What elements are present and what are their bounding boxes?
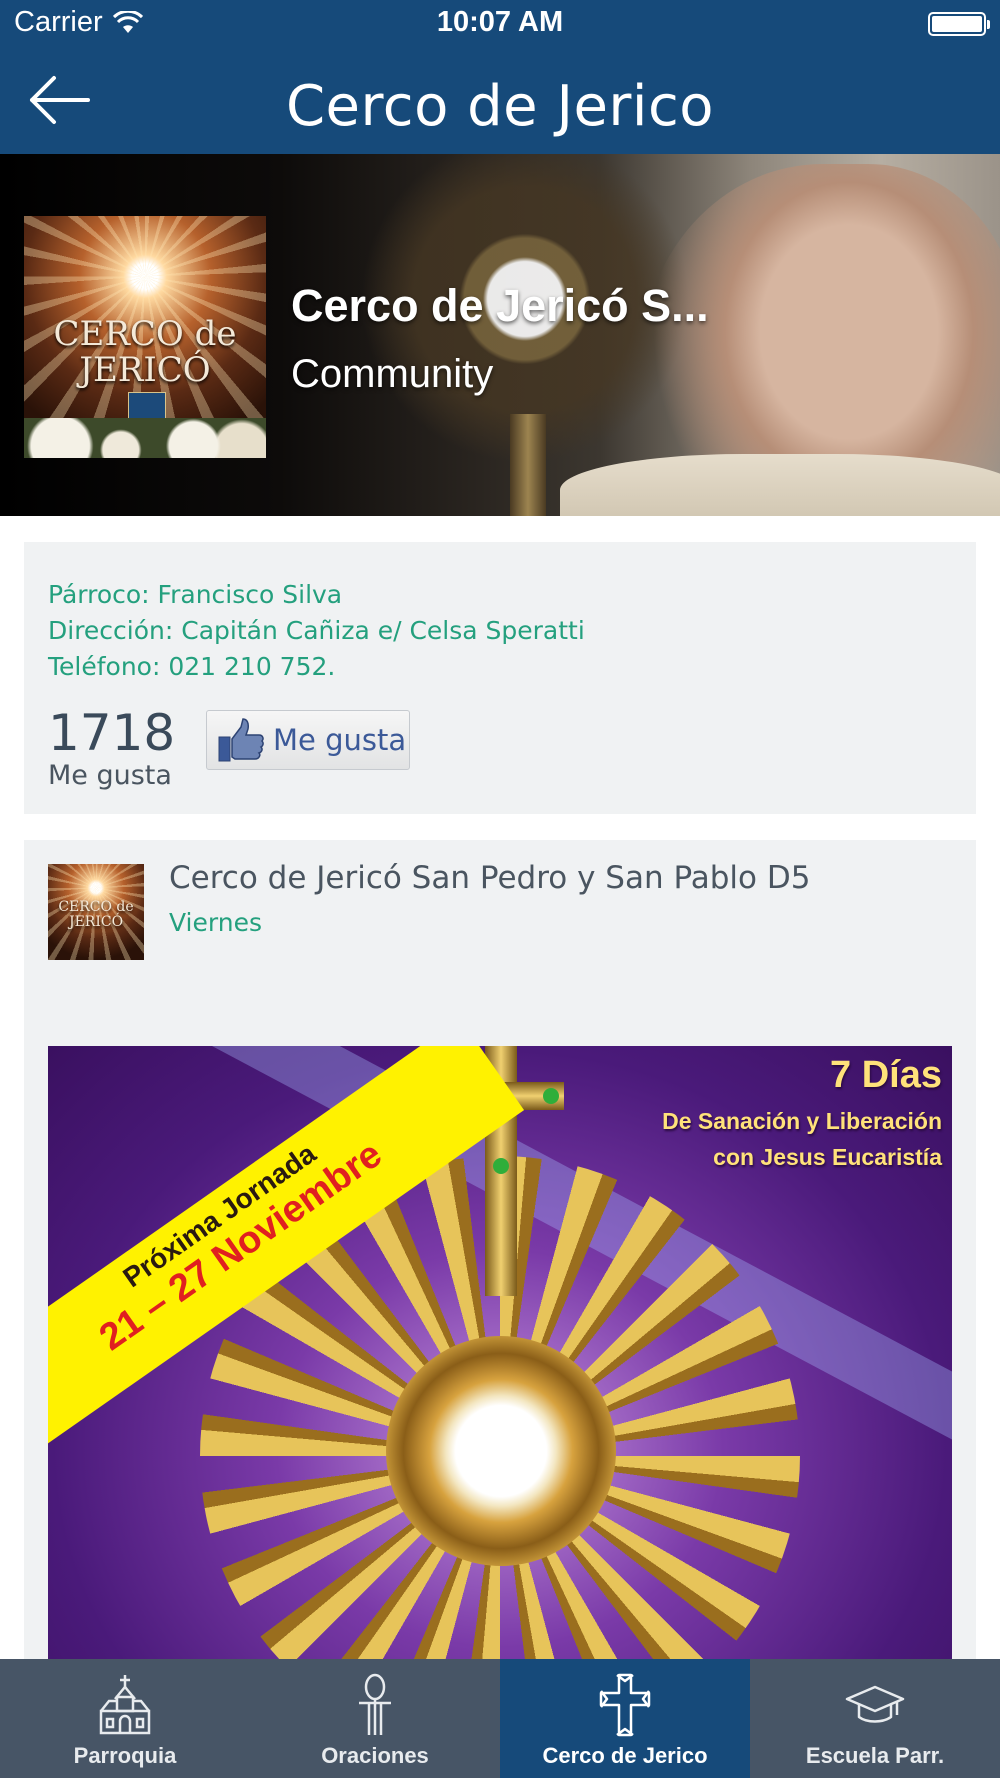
thumbnail-title: CERCO de JERICÓ <box>58 899 134 930</box>
poster-gem <box>543 1088 559 1104</box>
tab-label: Cerco de Jerico <box>542 1743 708 1768</box>
tab-label: Parroquia <box>73 1743 177 1768</box>
top-bar: Carrier 10:07 AM Cerco de Jerico <box>0 0 1000 154</box>
community-name: Cerco de Jericó S... <box>291 280 709 331</box>
poster-line1: De Sanación y Liberación <box>662 1108 942 1134</box>
community-cover-image: CERCO de JERICÓ <box>24 216 266 458</box>
church-icon <box>99 1675 151 1735</box>
ankh-icon <box>359 1673 391 1735</box>
tab-label: Oraciones <box>321 1743 429 1768</box>
tab-oraciones[interactable]: Oraciones <box>250 1659 500 1778</box>
tab-parroquia[interactable]: Parroquia <box>0 1659 250 1778</box>
tab-bar: Parroquia Oraciones Cerco de Jerico Escu… <box>0 1659 1000 1778</box>
battery-fill <box>932 16 982 32</box>
cover-flowers <box>24 418 266 458</box>
tab-escuela-parr[interactable]: Escuela Parr. <box>750 1659 1000 1778</box>
info-card: Párroco: Francisco Silva Dirección: Capi… <box>24 542 976 814</box>
likes-count: 1718 <box>48 704 176 762</box>
poster-days: 7 Días <box>830 1054 942 1096</box>
tab-cerco-de-jerico[interactable]: Cerco de Jerico <box>500 1659 750 1778</box>
post-title: Cerco de Jericó San Pedro y San Pablo D5 <box>169 860 811 896</box>
cover-badge <box>128 392 166 420</box>
poster-host <box>386 1336 616 1566</box>
community-category: Community <box>291 352 494 396</box>
hero-background-robe <box>560 454 1000 516</box>
post-thumbnail: CERCO de JERICÓ <box>48 864 144 960</box>
post-subtitle: Viernes <box>169 908 262 937</box>
cover-title: CERCO de JERICÓ <box>53 314 237 390</box>
likes-label: Me gusta <box>48 760 172 791</box>
tab-label: Escuela Parr. <box>805 1743 945 1768</box>
graduation-cap-icon <box>845 1685 905 1723</box>
poster-gem <box>493 1158 509 1174</box>
parroco-text: Párroco: Francisco Silva <box>48 580 343 609</box>
like-button-label: Me gusta <box>273 723 407 757</box>
battery-icon <box>928 12 990 36</box>
hero-banner: CERCO de JERICÓ Cerco de Jericó S... Com… <box>0 154 1000 516</box>
poster-line2: con Jesus Eucaristía <box>713 1144 942 1170</box>
cross-icon <box>599 1673 651 1737</box>
hero-background-stem <box>510 414 546 516</box>
status-time: 10:07 AM <box>436 6 564 38</box>
page-title: Cerco de Jerico <box>285 74 715 139</box>
like-button[interactable]: Me gusta <box>206 710 410 770</box>
direccion-text: Dirección: Capitán Cañiza e/ Celsa Spera… <box>48 616 585 645</box>
telefono-text: Teléfono: 021 210 752. <box>48 652 336 681</box>
thumbs-up-icon <box>218 718 264 762</box>
post-card[interactable]: CERCO de JERICÓ Cerco de Jericó San Pedr… <box>24 840 976 1778</box>
